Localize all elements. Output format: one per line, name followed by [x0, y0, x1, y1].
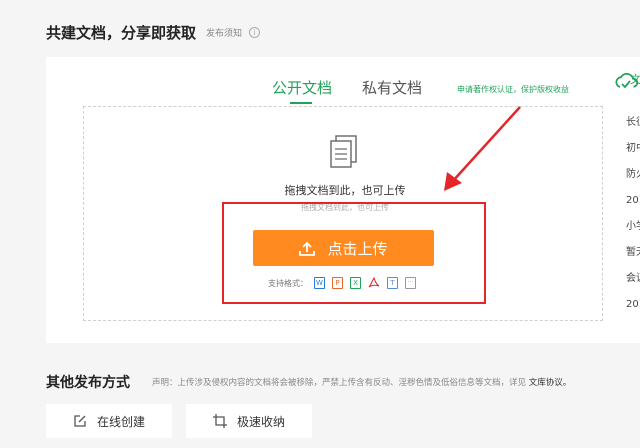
edit-icon: [74, 415, 86, 427]
recent-docs-list: 长征 初中 防火 201 小学 暂无 会议 201: [626, 115, 640, 323]
disclaimer-text: 声明：上传涉及侵权内容的文档将会被移除，严禁上传含有反动、淫秽色情及低俗信息等文…: [152, 378, 527, 388]
list-item[interactable]: 201: [626, 193, 640, 219]
drop-hint: 拖拽文档到此，也可上传: [284, 184, 406, 197]
upload-card: 公开文档 私有文档 申请著作权认证，保护版权收益 文 长征 初中 防火 201 …: [46, 57, 640, 343]
list-item[interactable]: 防火: [626, 167, 640, 193]
publish-notice-link[interactable]: 发布须知: [206, 26, 242, 39]
other-methods-title: 其他发布方式: [46, 375, 130, 391]
supported-formats: 支持格式： W P X T ···: [268, 277, 423, 289]
disclaimer: 声明：上传涉及侵权内容的文档将会被移除，严禁上传含有反动、淫秽色情及低俗信息等文…: [152, 376, 571, 388]
quick-collect-button[interactable]: 极速收纳: [186, 404, 312, 438]
excel-format-icon: X: [350, 277, 361, 289]
list-item[interactable]: 201: [626, 297, 640, 323]
list-item[interactable]: 会议: [626, 271, 640, 297]
header: 共建文档，分享即获取 发布须知 i: [46, 20, 261, 44]
tab-private-doc[interactable]: 私有文档: [362, 77, 422, 104]
info-icon[interactable]: i: [249, 26, 261, 38]
upload-icon: [299, 241, 316, 256]
doc-type-tabs: 公开文档 私有文档: [272, 77, 422, 104]
upload-button-label: 点击上传: [327, 239, 388, 258]
brand-char: 文: [630, 73, 640, 86]
drop-hint-secondary: 拖拽文档到此，也可上传: [301, 203, 389, 212]
txt-format-icon: T: [387, 277, 398, 289]
copyright-auth-link[interactable]: 申请著作权认证，保护版权收益: [457, 84, 569, 95]
list-item[interactable]: 小学: [626, 219, 640, 245]
document-icon: [330, 135, 357, 168]
more-format-icon: ···: [405, 277, 416, 289]
list-item[interactable]: 长征: [626, 115, 640, 141]
page-title: 共建文档，分享即获取: [46, 23, 197, 42]
word-format-icon: W: [314, 277, 325, 289]
ppt-format-icon: P: [332, 277, 343, 289]
upload-button[interactable]: 点击上传: [253, 230, 434, 266]
list-item[interactable]: 初中: [626, 141, 640, 167]
quick-collect-label: 极速收纳: [236, 414, 285, 429]
pdf-format-icon: [368, 277, 380, 288]
formats-label: 支持格式：: [268, 278, 308, 288]
online-create-button[interactable]: 在线创建: [46, 404, 172, 438]
online-create-label: 在线创建: [96, 414, 145, 429]
list-item[interactable]: 暂无: [626, 245, 640, 271]
agreement-link[interactable]: 文库协议。: [529, 378, 572, 388]
crop-icon: [212, 414, 227, 428]
tab-public-doc[interactable]: 公开文档: [272, 77, 332, 104]
